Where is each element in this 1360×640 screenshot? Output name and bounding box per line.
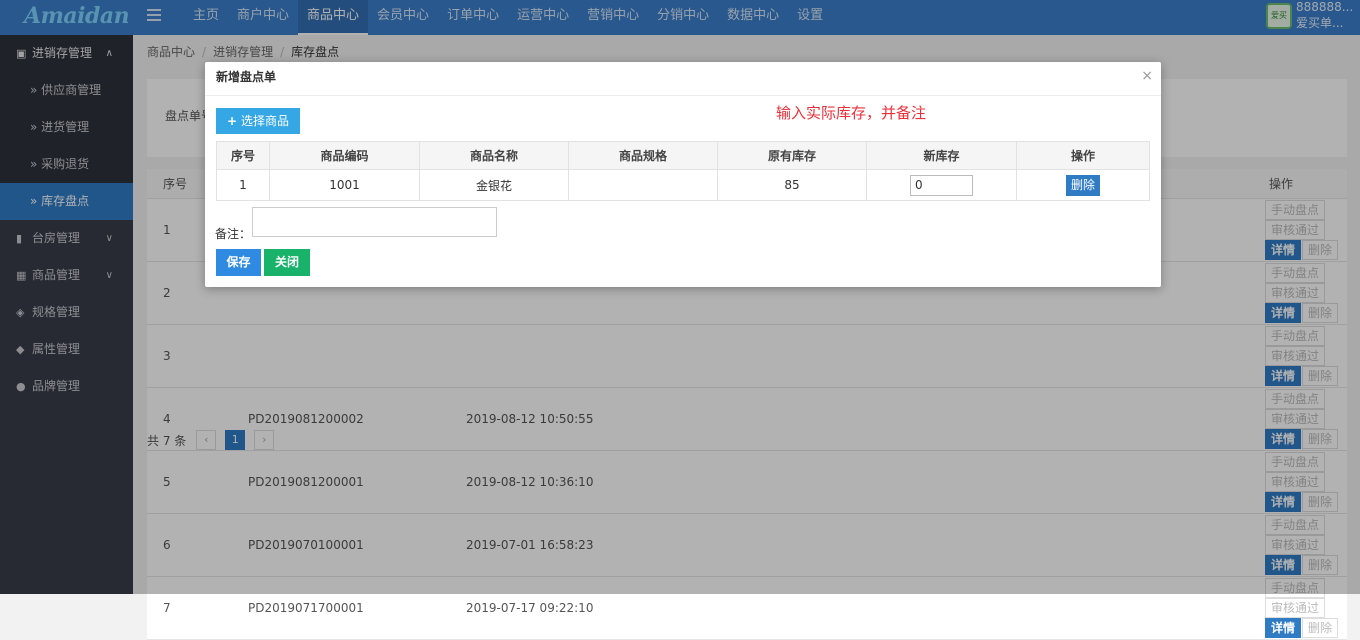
detail-button[interactable]: 详情 xyxy=(1265,617,1302,638)
instruction-hint: 输入实际库存，并备注 xyxy=(776,104,927,122)
close-button[interactable]: 关闭 xyxy=(264,249,310,276)
col-index: 序号 xyxy=(216,141,270,170)
item-new-stock-cell: 0 xyxy=(866,169,1017,201)
table-row: 1 1001 金银花 85 0 删除 xyxy=(216,169,1150,201)
new-stocktake-dialog: 新增盘点单 × + 选择商品 输入实际库存，并备注 序号 商品编码 商品名称 商… xyxy=(205,62,1161,287)
col-old-stock: 原有库存 xyxy=(717,141,867,170)
item-name: 金银花 xyxy=(419,169,569,201)
save-button[interactable]: 保存 xyxy=(216,249,261,276)
item-spec xyxy=(568,169,718,201)
plus-icon: + xyxy=(227,114,238,128)
item-index: 1 xyxy=(216,169,270,201)
remark-input[interactable] xyxy=(252,207,497,237)
approve-button[interactable]: 审核通过 xyxy=(1265,597,1326,618)
col-spec: 商品规格 xyxy=(568,141,718,170)
item-action-cell: 删除 xyxy=(1016,169,1150,201)
new-stock-input[interactable]: 0 xyxy=(910,174,973,196)
remark-label: 备注： xyxy=(215,227,252,241)
col-name: 商品名称 xyxy=(419,141,569,170)
delete-item-button[interactable]: 删除 xyxy=(1065,174,1100,196)
selected-items-table: 序号 商品编码 商品名称 商品规格 原有库存 新库存 操作 1 1001 金银花… xyxy=(216,141,1150,201)
delete-button[interactable]: 删除 xyxy=(1302,617,1339,638)
col-action: 操作 xyxy=(1016,141,1150,170)
choose-product-button[interactable]: + 选择商品 xyxy=(216,108,300,134)
close-icon[interactable]: × xyxy=(1141,68,1153,84)
col-code: 商品编码 xyxy=(269,141,420,170)
item-code: 1001 xyxy=(269,169,420,201)
item-old-stock: 85 xyxy=(717,169,867,201)
dialog-title: 新增盘点单 xyxy=(205,62,1161,96)
col-new-stock: 新库存 xyxy=(866,141,1017,170)
